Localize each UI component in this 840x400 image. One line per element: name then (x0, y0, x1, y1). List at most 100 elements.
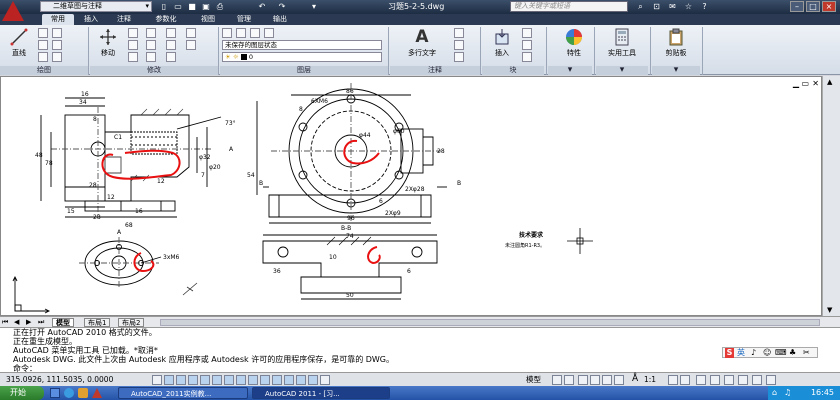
properties-expand[interactable]: ▾ (548, 66, 592, 75)
dimension-icon[interactable] (454, 28, 464, 38)
workspace-switching-icon[interactable] (696, 375, 706, 385)
ime-toolbar[interactable]: S 英 ♪ ☺ ⌨ ♣ ✂ (722, 347, 818, 358)
dynamic-input-icon[interactable] (260, 375, 270, 385)
tab-view[interactable]: 视图 (194, 14, 222, 25)
tab-home[interactable]: 常用 (42, 14, 74, 25)
ime-mode[interactable]: 英 (737, 348, 745, 358)
minimize-button[interactable]: – (790, 1, 804, 12)
trim-icon[interactable] (146, 28, 156, 38)
sogou-logo[interactable]: S (725, 348, 734, 358)
line-button[interactable]: 直线 (4, 28, 34, 58)
arc-icon[interactable] (38, 52, 48, 62)
tab-parametric[interactable]: 参数化 (146, 14, 186, 25)
tab-insert[interactable]: 插入 (78, 14, 104, 25)
ellipse-icon[interactable] (52, 52, 62, 62)
isolate-objects-icon[interactable] (738, 375, 748, 385)
ortho-mode-icon[interactable] (188, 375, 198, 385)
annotation-panel-label[interactable]: 注释 (390, 66, 480, 75)
object-snap-icon[interactable] (212, 375, 222, 385)
create-block-icon[interactable] (522, 28, 532, 38)
3d-object-snap-icon[interactable] (224, 375, 234, 385)
annotation-monitor-icon[interactable] (320, 375, 330, 385)
modify-panel-label[interactable]: 修改 (90, 66, 218, 75)
explode-icon[interactable] (166, 40, 176, 50)
search-icon[interactable]: ⌕ (634, 1, 647, 12)
tab-scroll-next-icon[interactable]: ▶ (26, 318, 31, 326)
lineweight-icon[interactable] (272, 375, 282, 385)
workspace-menu-icon[interactable]: ▾ (308, 1, 320, 12)
copy-icon[interactable] (128, 40, 138, 50)
tab-annotate[interactable]: 注释 (110, 14, 138, 25)
stretch-icon[interactable] (128, 52, 138, 62)
save-icon[interactable]: ■ (186, 1, 198, 12)
transparency-icon[interactable] (284, 375, 294, 385)
draw-panel-label[interactable]: 绘图 (0, 66, 88, 75)
new-file-icon[interactable]: ▯ (158, 1, 170, 12)
layer-state-dropdown[interactable]: 未保存的图层状态 (222, 40, 382, 50)
mtext-button[interactable]: A 多行文字 (398, 28, 446, 58)
tab-model[interactable]: 模型 (52, 318, 74, 327)
drawing-canvas[interactable]: ✕ ▭ ▁ 16 34 48 78 28 8 C1 73° 12 7 A 15 … (0, 76, 822, 316)
layer-freeze-icon[interactable] (236, 28, 246, 38)
show-desktop-icon[interactable] (50, 388, 60, 398)
tab-layout2[interactable]: 布局2 (118, 318, 145, 327)
circle-icon[interactable] (38, 40, 48, 50)
scroll-up-icon[interactable]: ▲ (827, 78, 832, 86)
help-icon[interactable]: ? (698, 1, 711, 12)
status-bar-menu-icon[interactable] (752, 375, 762, 385)
tab-output[interactable]: 输出 (266, 14, 294, 25)
scroll-down-icon[interactable]: ▼ (827, 306, 832, 314)
emoji-icon[interactable]: ☺ (763, 348, 771, 358)
pan-icon[interactable] (578, 375, 588, 385)
punctuation-icon[interactable]: ♪ (751, 348, 756, 358)
clipboard-button[interactable]: 剪贴板 (654, 28, 698, 58)
rotate-icon[interactable] (128, 28, 138, 38)
mirror-icon[interactable] (186, 28, 196, 38)
taskbar-item-autocad[interactable]: AutoCAD 2011 - [习... (252, 387, 390, 399)
acad-quick-icon[interactable] (92, 388, 102, 398)
annotation-scale-value[interactable]: 1:1 (644, 375, 656, 385)
auto-scale-icon[interactable] (680, 375, 690, 385)
redo-icon[interactable]: ↷ (276, 1, 288, 12)
tab-manage[interactable]: 管理 (230, 14, 258, 25)
selection-cycling-icon[interactable] (308, 375, 318, 385)
leader-icon[interactable] (454, 40, 464, 50)
layers-panel-label[interactable]: 图层 (220, 66, 388, 75)
erase-icon[interactable] (166, 28, 176, 38)
open-file-icon[interactable]: ▭ (172, 1, 184, 12)
keyboard-icon[interactable]: ⌨ (775, 348, 787, 358)
offset-icon[interactable] (166, 52, 176, 62)
quick-view-layouts-icon[interactable] (552, 375, 562, 385)
steeringwheel-icon[interactable] (602, 375, 612, 385)
media-icon[interactable] (78, 388, 88, 398)
current-layer-dropdown[interactable]: ☀ ☼ 0 (222, 52, 382, 62)
utilities-button[interactable]: 实用工具 (596, 28, 648, 58)
print-icon[interactable]: ⎙ (214, 1, 226, 12)
table-icon[interactable] (454, 52, 464, 62)
start-button[interactable]: 开始 (0, 386, 44, 400)
clean-screen-icon[interactable] (766, 375, 776, 385)
array-icon[interactable] (186, 40, 196, 50)
infer-constraints-icon[interactable] (152, 375, 162, 385)
workspace-dropdown[interactable]: 二维草图与注释 ▾ (40, 1, 152, 12)
save-as-icon[interactable]: ▣ (200, 1, 212, 12)
favorites-icon[interactable]: ☆ (682, 1, 695, 12)
taskbar-item-folder[interactable]: AutoCAD_2011实例教... (118, 387, 248, 399)
annotation-visibility-icon[interactable] (668, 375, 678, 385)
hardware-acceleration-icon[interactable] (724, 375, 734, 385)
layer-match-icon[interactable] (264, 28, 274, 38)
layer-properties-icon[interactable] (222, 28, 232, 38)
quick-properties-icon[interactable] (296, 375, 306, 385)
move-button[interactable]: 移动 (92, 28, 124, 58)
object-snap-tracking-icon[interactable] (236, 375, 246, 385)
tab-layout1[interactable]: 布局1 (84, 318, 111, 327)
edit-block-icon[interactable] (522, 40, 532, 50)
close-button[interactable]: × (822, 1, 836, 12)
zoom-icon[interactable] (590, 375, 600, 385)
grid-display-icon[interactable] (176, 375, 186, 385)
hatch-icon[interactable] (52, 40, 62, 50)
polar-tracking-icon[interactable] (200, 375, 210, 385)
horizontal-scrollbar[interactable] (160, 319, 820, 326)
snap-mode-icon[interactable] (164, 375, 174, 385)
ime-tools-icon[interactable]: ✂ (803, 348, 810, 358)
